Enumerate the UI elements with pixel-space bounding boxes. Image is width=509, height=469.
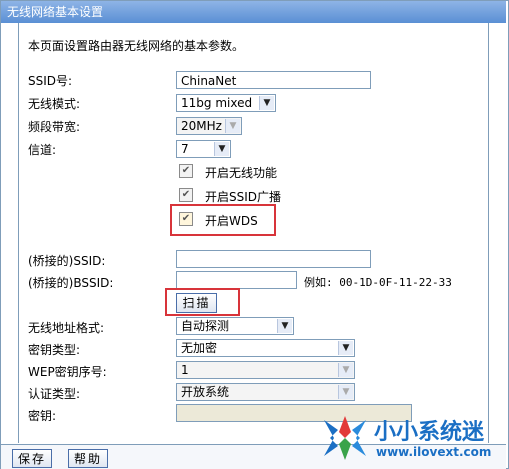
chevron-down-icon: ▼ xyxy=(338,385,353,399)
auth-type-label: 认证类型: xyxy=(28,387,81,401)
page-description: 本页面设置路由器无线网络的基本参数。 xyxy=(28,39,245,53)
wep-index-select[interactable]: 1 ▼ xyxy=(176,361,355,379)
bridged-ssid-label: (桥接的)SSID: xyxy=(28,254,106,268)
bridged-bssid-label: (桥接的)BSSID: xyxy=(28,276,114,290)
chevron-down-icon: ▼ xyxy=(225,119,240,133)
chevron-down-icon: ▼ xyxy=(338,341,353,355)
key-type-select-value: 无加密 xyxy=(181,341,218,355)
chevron-down-icon: ▼ xyxy=(259,96,274,110)
mode-select[interactable]: 11bg mixed ▼ xyxy=(176,94,276,112)
watermark: 小小系统迷 www.ilovext.com xyxy=(318,412,503,464)
chevron-down-icon: ▼ xyxy=(338,363,353,377)
bridged-bssid-input[interactable] xyxy=(176,271,297,289)
channel-select[interactable]: 7 ▼ xyxy=(176,140,231,158)
enable-ssid-broadcast-checkbox[interactable]: ✔ xyxy=(179,188,193,202)
channel-label: 信道: xyxy=(28,143,57,157)
enable-wireless-checkbox[interactable]: ✔ xyxy=(179,164,193,178)
key-type-select[interactable]: 无加密 ▼ xyxy=(176,339,355,357)
panel-right-border xyxy=(488,23,489,443)
enable-wds-label: 开启WDS xyxy=(205,214,258,228)
enable-ssid-broadcast-label: 开启SSID广播 xyxy=(205,190,282,204)
watermark-title: 小小系统迷 xyxy=(374,420,485,445)
bandwidth-label: 频段带宽: xyxy=(28,120,81,134)
save-button[interactable]: 保存 xyxy=(12,449,52,468)
panel-left-border xyxy=(18,23,19,443)
address-format-label: 无线地址格式: xyxy=(28,321,105,335)
bridged-ssid-input[interactable] xyxy=(176,250,371,268)
bandwidth-select-value: 20MHz xyxy=(181,119,222,133)
watermark-url: www.ilovext.com xyxy=(376,445,492,459)
chevron-down-icon: ▼ xyxy=(214,142,229,156)
wep-index-select-value: 1 xyxy=(181,363,189,377)
bandwidth-select[interactable]: 20MHz ▼ xyxy=(176,117,242,135)
chevron-down-icon: ▼ xyxy=(277,319,292,333)
mode-label: 无线模式: xyxy=(28,97,81,111)
enable-wds-checkbox[interactable]: ✔ xyxy=(179,212,193,226)
help-button[interactable]: 帮助 xyxy=(68,449,108,468)
watermark-logo-icon xyxy=(324,416,366,460)
auth-type-select-value: 开放系统 xyxy=(181,385,230,399)
channel-select-value: 7 xyxy=(181,142,189,156)
auth-type-select[interactable]: 开放系统 ▼ xyxy=(176,383,355,401)
address-format-select[interactable]: 自动探测 ▼ xyxy=(176,317,294,335)
enable-wireless-label: 开启无线功能 xyxy=(205,166,278,180)
mode-select-value: 11bg mixed xyxy=(181,96,253,110)
window-title: 无线网络基本设置 xyxy=(1,1,506,23)
key-type-label: 密钥类型: xyxy=(28,343,81,357)
bssid-example-text: 例如: 00-1D-0F-11-22-33 xyxy=(304,276,452,289)
key-label: 密钥: xyxy=(28,409,57,423)
ssid-label: SSID号: xyxy=(28,74,73,88)
address-format-select-value: 自动探测 xyxy=(181,319,230,333)
wep-index-label: WEP密钥序号: xyxy=(28,365,107,379)
ssid-input[interactable]: ChinaNet xyxy=(176,71,371,89)
scan-button[interactable]: 扫描 xyxy=(176,293,217,313)
